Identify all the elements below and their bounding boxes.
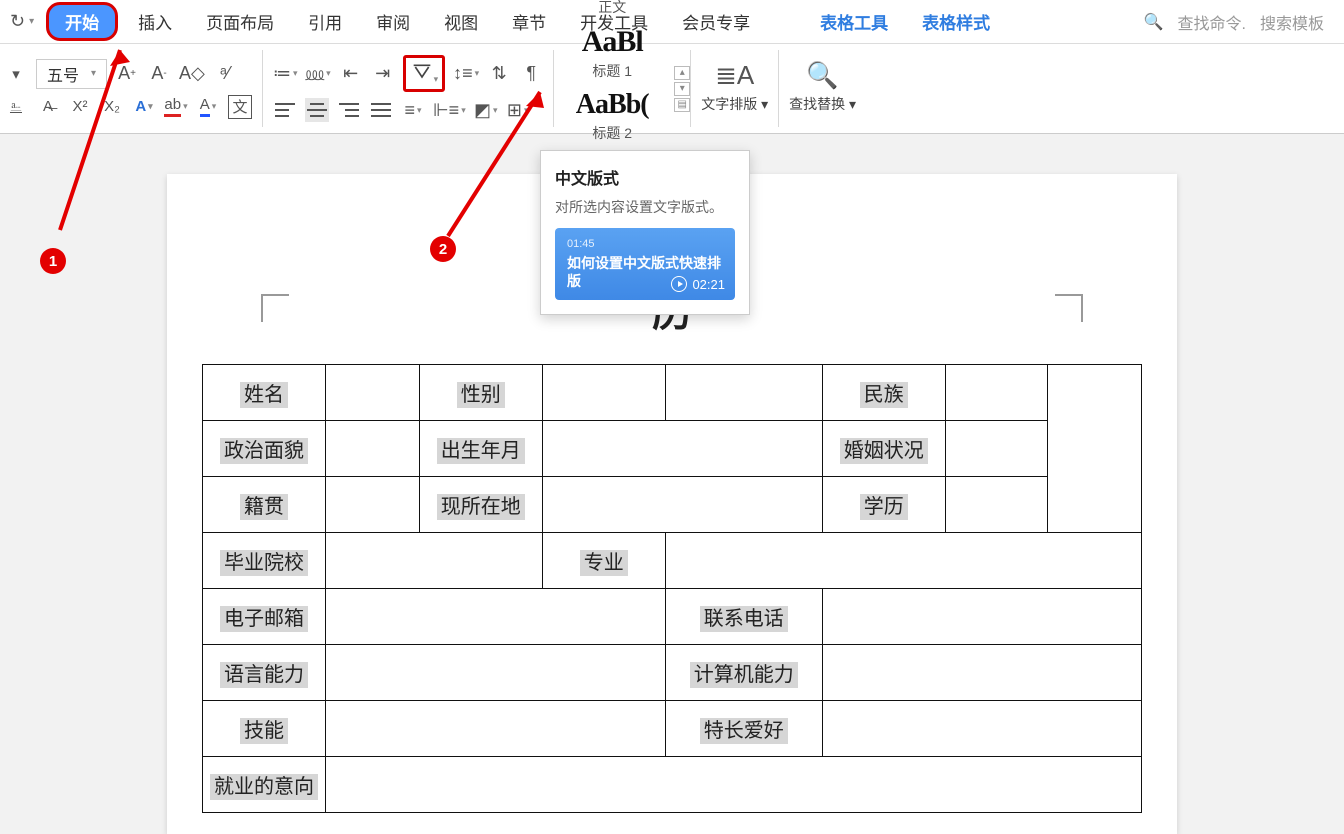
bullets-icon[interactable]: ≔▾ bbox=[273, 62, 298, 86]
text-effects-icon[interactable]: A▾ bbox=[132, 95, 156, 119]
find-replace-button[interactable]: 查找替换 ▾ bbox=[789, 94, 856, 114]
annotation-marker-1: 1 bbox=[40, 248, 66, 274]
table-label[interactable]: 婚姻状况 bbox=[822, 421, 945, 477]
resume-table[interactable]: 姓名 性别 民族政治面貌 出生年月 婚姻状况籍贯 现所在地 学历毕业院校 专业电子邮箱 联系电话… bbox=[202, 364, 1142, 813]
clear-format-icon[interactable]: ᵃ⁄ bbox=[213, 62, 237, 86]
tab-stops-icon[interactable]: ⊩≡▾ bbox=[433, 98, 466, 122]
table-label[interactable]: 语言能力 bbox=[203, 645, 326, 701]
change-case-icon[interactable]: A◇ bbox=[179, 62, 205, 86]
borders-icon[interactable]: ⊞▾ bbox=[506, 98, 530, 122]
table-label[interactable]: 现所在地 bbox=[419, 477, 542, 533]
table-label[interactable]: 籍贯 bbox=[203, 477, 326, 533]
align-left-icon[interactable] bbox=[273, 98, 297, 122]
play-icon bbox=[671, 276, 687, 292]
find-icon: 🔍 bbox=[806, 64, 838, 88]
table-label[interactable]: 学历 bbox=[822, 477, 945, 533]
style-item-1[interactable]: AaBl标题 1 bbox=[564, 22, 660, 84]
tab-home[interactable]: 开始 bbox=[46, 2, 118, 41]
tooltip-video-card[interactable]: 01:45 如何设置中文版式快速排版 02:21 bbox=[555, 228, 735, 300]
chevron-down-icon: ▾ bbox=[29, 16, 34, 27]
increase-font-icon[interactable]: A+ bbox=[115, 62, 139, 86]
table-label[interactable]: 电子邮箱 bbox=[203, 589, 326, 645]
tooltip-title: 中文版式 bbox=[555, 165, 735, 189]
table-label[interactable]: 出生年月 bbox=[419, 421, 542, 477]
numbering-icon[interactable]: ⅏▾ bbox=[306, 62, 331, 86]
font-size-select[interactable]: 五号▾ bbox=[36, 59, 107, 89]
text-layout-button[interactable]: 文字排版 ▾ bbox=[701, 94, 768, 114]
subscript-icon[interactable]: X₂ bbox=[100, 95, 124, 119]
align-center-icon[interactable] bbox=[305, 98, 329, 122]
align-justify-icon[interactable] bbox=[369, 98, 393, 122]
style-item-0[interactable]: AaBbCcDc正文 bbox=[564, 0, 660, 20]
line-spacing-icon[interactable]: ↕≡▾ bbox=[453, 62, 479, 86]
tooltip-body: 对所选内容设置文字版式。 bbox=[555, 197, 735, 218]
sort-icon[interactable]: ⇅ bbox=[487, 62, 511, 86]
tab-view[interactable]: 视图 bbox=[430, 3, 492, 40]
highlight-icon[interactable]: ab▾ bbox=[164, 95, 188, 119]
annotation-marker-2: 2 bbox=[430, 236, 456, 262]
table-label[interactable]: 性别 bbox=[419, 365, 542, 421]
chinese-format-tooltip: 中文版式 对所选内容设置文字版式。 01:45 如何设置中文版式快速排版 02:… bbox=[540, 150, 750, 315]
font-color-icon[interactable]: A▾ bbox=[196, 95, 220, 119]
underline-icon[interactable]: ⎁ bbox=[4, 95, 28, 119]
table-label[interactable]: 特长爱好 bbox=[665, 701, 822, 757]
table-label[interactable]: 技能 bbox=[203, 701, 326, 757]
table-label[interactable]: 毕业院校 bbox=[203, 533, 326, 589]
decrease-indent-icon[interactable]: ⇤ bbox=[339, 62, 363, 86]
show-marks-icon[interactable]: ¶ bbox=[519, 62, 543, 86]
styles-scroll[interactable]: ▴▾▤ bbox=[670, 44, 690, 133]
distribute-icon[interactable]: ≡▾ bbox=[401, 98, 425, 122]
tab-page-layout[interactable]: 页面布局 bbox=[192, 3, 288, 40]
ribbon-tabs: ↻ ▾ 开始 插入 页面布局 引用 审阅 视图 章节 开发工具 会员专享 表格工… bbox=[0, 0, 1344, 44]
enclose-char-icon[interactable]: 文 bbox=[228, 95, 252, 119]
chinese-format-icon bbox=[410, 60, 434, 84]
table-label[interactable]: 联系电话 bbox=[665, 589, 822, 645]
tab-insert[interactable]: 插入 bbox=[124, 3, 186, 40]
tab-table-tools[interactable]: 表格工具 bbox=[806, 3, 902, 40]
shading-icon[interactable]: ◩▾ bbox=[474, 98, 498, 122]
table-label[interactable]: 政治面貌 bbox=[203, 421, 326, 477]
search-icon: 🔍 bbox=[1144, 12, 1164, 32]
align-right-icon[interactable] bbox=[337, 98, 361, 122]
template-search[interactable]: 搜索模板 bbox=[1260, 10, 1324, 34]
text-layout-icon: ≣A bbox=[715, 64, 754, 88]
toolbar: ▾ 五号▾ A+ A- A◇ ᵃ⁄ ⎁ A̶ X² X₂ A▾ ab▾ A▾ 文… bbox=[0, 44, 1344, 134]
chevron-down-icon[interactable]: ▾ bbox=[4, 62, 28, 86]
chinese-format-button[interactable]: ▾ bbox=[403, 55, 446, 92]
decrease-font-icon[interactable]: A- bbox=[147, 62, 171, 86]
redo-button[interactable]: ↻ ▾ bbox=[10, 11, 40, 32]
increase-indent-icon[interactable]: ⇥ bbox=[371, 62, 395, 86]
tab-review[interactable]: 审阅 bbox=[362, 3, 424, 40]
tab-table-styles[interactable]: 表格样式 bbox=[908, 3, 1004, 40]
redo-icon: ↻ bbox=[10, 11, 25, 32]
command-search[interactable]: 查找命令. bbox=[1178, 10, 1246, 34]
table-label[interactable]: 专业 bbox=[542, 533, 665, 589]
table-label[interactable]: 姓名 bbox=[203, 365, 326, 421]
styles-gallery[interactable]: AaBbCcDc正文AaBl标题 1AaBb(标题 2AaBb(标题 3 ▾ bbox=[554, 44, 670, 133]
table-label[interactable]: 民族 bbox=[822, 365, 945, 421]
strikethrough-icon[interactable]: A̶ bbox=[36, 95, 60, 119]
tab-section[interactable]: 章节 bbox=[498, 3, 560, 40]
tab-references[interactable]: 引用 bbox=[294, 3, 356, 40]
table-label[interactable]: 就业的意向 bbox=[203, 757, 326, 813]
superscript-icon[interactable]: X² bbox=[68, 95, 92, 119]
tab-member[interactable]: 会员专享 bbox=[668, 3, 764, 40]
table-label[interactable]: 计算机能力 bbox=[665, 645, 822, 701]
